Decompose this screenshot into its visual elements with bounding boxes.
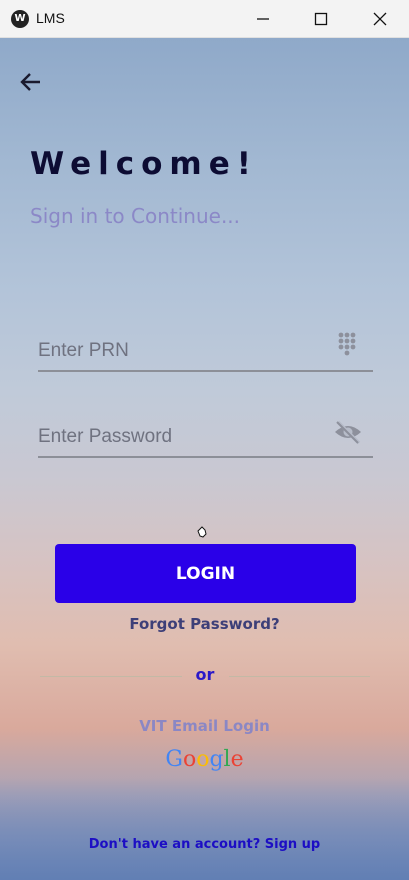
back-button[interactable]	[18, 70, 46, 94]
page-title: Welcome!	[30, 146, 258, 182]
password-input[interactable]	[38, 422, 328, 452]
minimize-button[interactable]	[234, 0, 292, 38]
mouse-cursor-icon	[196, 524, 208, 538]
background-clouds	[0, 778, 409, 880]
password-field	[38, 418, 373, 458]
close-icon	[373, 12, 387, 26]
eye-off-icon[interactable]	[333, 418, 361, 448]
google-letter: o	[182, 747, 197, 772]
window-title: LMS	[36, 10, 65, 26]
divider-left	[40, 676, 182, 677]
prn-input[interactable]	[38, 336, 328, 366]
app-logo-icon: W	[11, 10, 29, 28]
forgot-password-link[interactable]: Forgot Password?	[0, 615, 409, 633]
signup-link[interactable]: Don't have an account? Sign up	[0, 837, 409, 852]
google-login-button[interactable]: Google	[0, 747, 409, 772]
prn-field	[38, 332, 373, 372]
minimize-icon	[257, 18, 269, 20]
vit-email-login-link[interactable]: VIT Email Login	[0, 717, 409, 735]
google-letter: g	[209, 747, 224, 772]
login-screen: Welcome! Sign in to Continue... Enter PR…	[0, 38, 409, 880]
app-window: W LMS Welcome! Sign in to Continue... En…	[0, 0, 409, 880]
close-button[interactable]	[351, 0, 409, 38]
dialpad-icon	[333, 332, 361, 362]
arrow-left-icon	[20, 73, 40, 91]
page-subtitle: Sign in to Continue...	[30, 204, 241, 228]
title-bar[interactable]: W LMS	[0, 0, 409, 38]
google-letter: G	[165, 747, 183, 772]
divider-right	[229, 676, 370, 677]
maximize-button[interactable]	[292, 0, 350, 38]
google-letter: e	[230, 747, 244, 772]
google-letter: l	[223, 747, 231, 772]
login-button[interactable]: LOGIN	[55, 544, 356, 603]
google-letter: o	[196, 747, 210, 772]
divider-or-text: or	[195, 665, 215, 684]
maximize-icon	[314, 12, 328, 26]
